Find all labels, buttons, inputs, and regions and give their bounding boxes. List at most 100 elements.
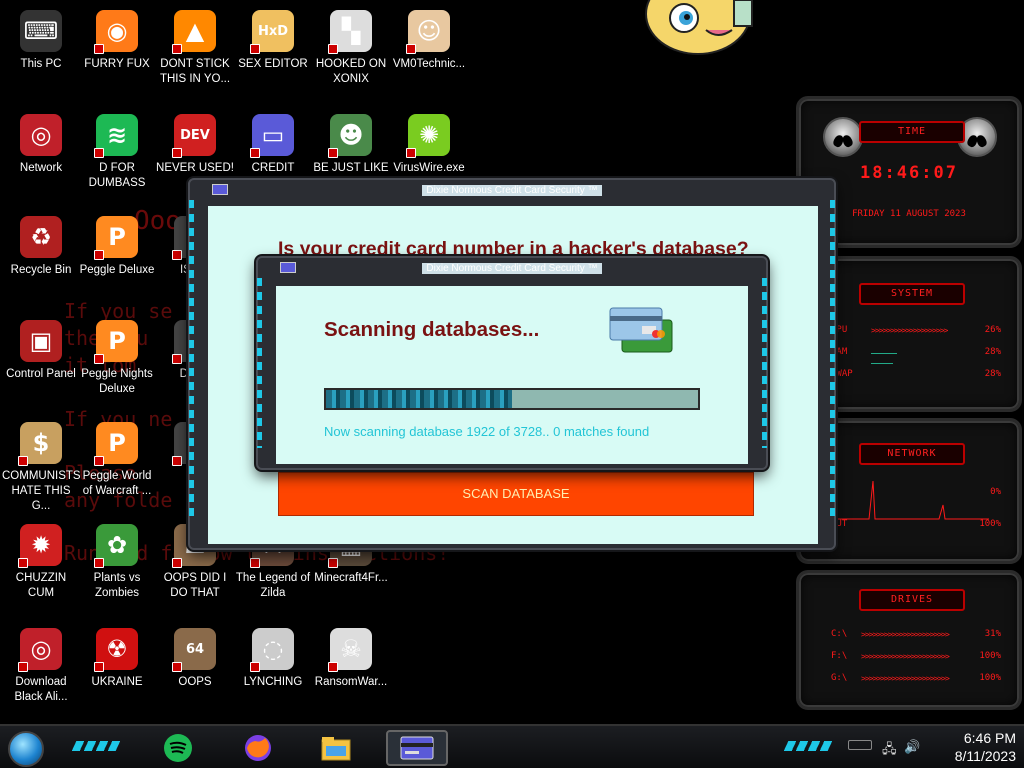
pc-icon: ⌨ [18,8,64,54]
window-title[interactable]: Dixie Normous Credit Card Security ™ [258,262,766,276]
shortcut-arrow-icon [172,44,182,54]
desktop-icon[interactable]: P Peggle World of Warcraft ... [78,420,156,499]
desktop-icon[interactable]: ☻ BE JUST LIKE [312,112,390,176]
spotify-icon: ≋ [94,112,140,158]
taskbar-accent [783,741,833,751]
shortcut-arrow-icon [328,44,338,54]
taskbar-accent [71,741,121,751]
desktop-icon[interactable]: HxD SEX EDITOR [234,8,312,72]
desktop-icon-label: COMMUNISTS HATE THIS G... [2,470,81,512]
window-title[interactable]: Dixie Normous Credit Card Security ™ [190,184,834,198]
portrait-64-icon: 64 [172,626,218,672]
alien-download-icon: ◎ [18,626,64,672]
radiation-icon: ☢ [94,626,140,672]
desktop-icon[interactable]: ⌨ This PC [2,8,80,72]
desktop-icon-label: DONT STICK THIS IN YO... [159,58,231,85]
shortcut-arrow-icon [328,148,338,158]
swap-graph-line [871,363,893,364]
desktop-icon-label: RansomWar... [314,676,388,688]
system-row-cpu: CPU >>>>>>>>>>>>>>>>>>>> 26% [831,325,1001,337]
desktop-icon[interactable]: $ COMMUNISTS HATE THIS G... [2,420,81,514]
scanning-heading: Scanning databases... [324,318,540,341]
peggle-wow-icon: P [94,420,140,466]
desktop-icon-label: UKRAINE [91,676,143,688]
drive-row-g: G:\ >>>>>>>>>>>>>>>>>>>>>>> 100% [831,673,1001,685]
desktop-icon-label: Peggle Nights Deluxe [81,368,153,395]
desktop-icon-label: Plants vs Zombies [93,572,141,599]
frame-accent [830,200,835,520]
row-value: 26% [984,325,1001,335]
desktop-icon-label: OOPS DID I DO THAT [163,572,227,599]
shortcut-arrow-icon [94,662,104,672]
shortcut-arrow-icon [250,44,260,54]
scan-database-button[interactable]: SCAN DATABASE [278,472,754,516]
start-button[interactable] [8,731,44,767]
shortcut-arrow-icon [250,148,260,158]
recycle-bin-icon: ♻ [18,214,64,260]
row-value: 31% [984,629,1001,639]
desktop-icon[interactable]: ◌ LYNCHING [234,626,312,690]
desktop-icon[interactable]: ✹ CHUZZIN CUM [2,522,80,601]
desktop-icon[interactable]: ☠ RansomWar... [312,626,390,690]
shortcut-arrow-icon [172,354,182,364]
hxd-editor-icon: HxD [250,8,296,54]
desktop-icon[interactable]: ♻ Recycle Bin [2,214,80,278]
desktop-icon[interactable]: ☺ VM0Technic... [390,8,468,72]
desktop-icon-label: Network [19,162,63,174]
desktop-icon-label: Download Black Ali... [14,676,68,703]
peggle-icon: P [94,214,140,260]
desktop-icon[interactable]: ▣ Control Panel [2,318,80,382]
lime-icon: ✺ [406,112,452,158]
desktop-icon-label: VirusWire.exe [393,162,465,174]
row-key: G:\ [831,673,848,683]
show-hidden-icons[interactable] [848,740,872,750]
desktop-icon[interactable]: ✿ Plants vs Zombies [78,522,156,601]
taskbar-credit-card-app[interactable] [386,730,448,766]
control-panel-icon: ▣ [18,318,64,364]
shortcut-arrow-icon [94,148,104,158]
alien-network-icon: ◎ [18,112,64,158]
bar-chevrons: >>>>>>>>>>>>>>>>>>>>>>> [861,630,950,639]
alien-head-icon [823,117,863,157]
desktop-icon[interactable]: P Peggle Nights Deluxe [78,318,156,397]
chuzzle-icon: ✹ [18,522,64,568]
desktop-icon[interactable]: ✺ VirusWire.exe [390,112,468,176]
desktop-icon-label: The Legend of Zilda [235,572,311,599]
taskbar: 🖧 🔊 6:46 PM 8/11/2023 [0,724,1024,768]
scanning-window[interactable]: Dixie Normous Credit Card Security ™ Sca… [256,256,768,470]
desktop-icon[interactable]: ◎ Network [2,112,80,176]
network-tray-icon[interactable]: 🖧 [882,740,897,762]
shortcut-arrow-icon [94,44,104,54]
money-bag-icon: $ [18,420,64,466]
desktop-icon[interactable]: 64 OOPS [156,626,234,690]
taskbar-firefox[interactable] [238,730,278,766]
clock-time: 6:46 PM [963,730,1016,746]
pvz-flower-icon: ✿ [94,522,140,568]
shortcut-arrow-icon [18,456,28,466]
desktop-icon-label: VM0Technic... [392,58,466,70]
desktop-icon-label: This PC [20,58,62,70]
taskbar-spotify[interactable] [158,730,198,766]
desktop-icon[interactable]: P Peggle Deluxe [78,214,156,278]
desktop-icon[interactable]: ▲ DONT STICK THIS IN YO... [156,8,234,87]
desktop-icon-label: NEVER USED! [156,162,234,174]
row-value: 28% [984,369,1001,379]
noose-icon: ◌ [250,626,296,672]
desktop-icon-label: Minecraft4Fr... [314,572,388,584]
desktop-icon[interactable]: ▚ HOOKED ON XONIX [312,8,390,87]
desktop-icon-label: LYNCHING [243,676,303,688]
desktop-icon[interactable]: ☢ UKRAINE [78,626,156,690]
shortcut-arrow-icon [172,250,182,260]
shortcut-arrow-icon [172,558,182,568]
credit-cards-icon [609,307,673,353]
desktop-icon-label: FURRY FUX [84,58,150,70]
desktop-icon[interactable]: ≋ D FOR DUMBASS [78,112,156,191]
dev-cpp-icon: DEV [172,112,218,158]
desktop-icon[interactable]: ◉ FURRY FUX [78,8,156,72]
desktop-icon[interactable]: DEV NEVER USED! [156,112,234,176]
taskbar-file-explorer[interactable] [316,730,356,766]
drive-row-c: C:\ >>>>>>>>>>>>>>>>>>>>>>> 31% [831,629,1001,641]
taskbar-clock[interactable]: 6:46 PM 8/11/2023 [916,729,1016,765]
desktop-icon[interactable]: ◎ Download Black Ali... [2,626,80,705]
drives-gadget: DRIVES C:\ >>>>>>>>>>>>>>>>>>>>>>> 31% F… [796,570,1022,710]
